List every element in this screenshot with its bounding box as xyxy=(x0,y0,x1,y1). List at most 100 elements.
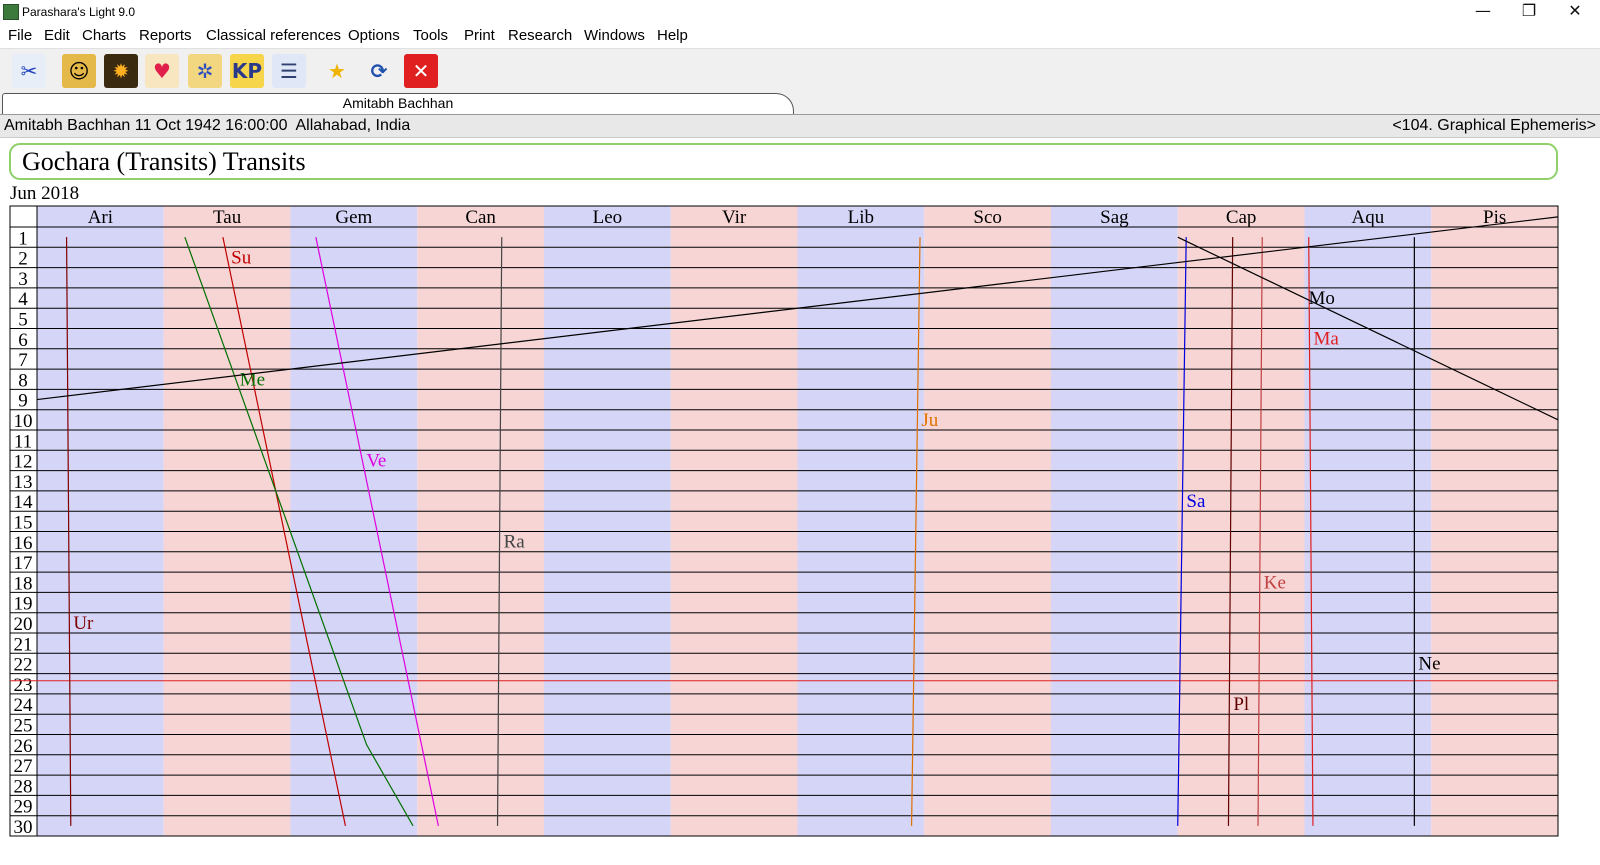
toolbar: ✂ ☺ ✹ ♥ ✲ KP ☰ ★ ⟳ ✕ xyxy=(0,48,1600,95)
sign-label-sag: Sag xyxy=(1100,207,1129,228)
close-chart-icon: ✕ xyxy=(412,59,430,83)
day-label: 19 xyxy=(14,594,33,615)
day-label: 23 xyxy=(14,675,33,696)
star-button[interactable]: ★ xyxy=(320,54,354,88)
menu-bar: File Edit Charts Reports Classical refer… xyxy=(0,24,1600,48)
tab-chart[interactable]: Amitabh Bachhan xyxy=(2,93,794,114)
minimize-button[interactable]: — xyxy=(1460,0,1506,24)
sign-band xyxy=(1177,206,1305,836)
chat-icon: ☰ xyxy=(280,59,298,83)
planet-label-sa: Sa xyxy=(1186,491,1206,512)
menu-windows[interactable]: Windows xyxy=(584,27,645,44)
window-title: Parashara's Light 9.0 xyxy=(22,5,136,19)
menu-charts[interactable]: Charts xyxy=(82,27,126,44)
sign-band xyxy=(417,206,544,836)
menu-options[interactable]: Options xyxy=(348,27,400,44)
day-label: 1 xyxy=(18,228,28,249)
menu-classical-references[interactable]: Classical references xyxy=(206,27,341,44)
sign-band xyxy=(1051,206,1178,836)
sun-icon: ✹ xyxy=(112,59,130,83)
day-label: 4 xyxy=(18,289,28,310)
sign-label-lib: Lib xyxy=(848,207,874,228)
heart-icon: ♥ xyxy=(153,59,171,83)
sign-band xyxy=(924,206,1051,836)
planet-label-ke: Ke xyxy=(1264,572,1286,593)
menu-reports[interactable]: Reports xyxy=(139,27,192,44)
planet-label-ra: Ra xyxy=(504,532,526,553)
tab-label: Amitabh Bachhan xyxy=(342,95,454,111)
sign-band xyxy=(37,206,164,836)
day-label: 5 xyxy=(18,310,28,331)
refresh-icon: ⟳ xyxy=(370,59,388,83)
sign-band xyxy=(670,206,798,836)
person-button[interactable]: ☺ xyxy=(62,54,96,88)
day-label: 25 xyxy=(14,716,33,737)
kp-icon: KP xyxy=(231,59,263,83)
info-bar: Amitabh Bachhan 11 Oct 1942 16:00:00 All… xyxy=(0,114,1600,138)
day-label: 30 xyxy=(14,817,33,838)
planet-label-ju: Ju xyxy=(921,410,938,431)
menu-help[interactable]: Help xyxy=(657,27,688,44)
day-label: 20 xyxy=(14,614,33,635)
sign-label-ari: Ari xyxy=(88,207,113,228)
day-label: 15 xyxy=(14,513,33,534)
day-label: 14 xyxy=(14,492,34,513)
native-details: Amitabh Bachhan 11 Oct 1942 16:00:00 All… xyxy=(4,117,411,134)
sign-band xyxy=(163,206,291,836)
chart-subtitle: Jun 2018 xyxy=(10,183,79,204)
day-label: 26 xyxy=(14,736,33,757)
title-bar: Parashara's Light 9.0 — ❐ ✕ xyxy=(0,0,1600,24)
day-label: 2 xyxy=(18,249,28,270)
day-label: 24 xyxy=(14,695,34,716)
planet-label-su: Su xyxy=(231,247,252,268)
close-chart-button[interactable]: ✕ xyxy=(404,54,438,88)
planet-label-ur: Ur xyxy=(73,613,94,634)
day-label: 6 xyxy=(18,330,28,351)
chart-title: Gochara (Transits) Transits xyxy=(22,147,306,176)
planet-label-pl: Pl xyxy=(1233,694,1249,715)
day-label: 11 xyxy=(14,431,32,452)
graphical-ephemeris-chart: Gochara (Transits) Transits Jun 2018 Ari Ta… xyxy=(9,143,1559,838)
sign-label-vir: Vir xyxy=(722,207,747,228)
day-label: 12 xyxy=(14,452,33,473)
refresh-button[interactable]: ⟳ xyxy=(362,54,396,88)
day-label: 29 xyxy=(14,797,33,818)
sign-label-sco: Sco xyxy=(973,207,1002,228)
chat-button[interactable]: ☰ xyxy=(272,54,306,88)
chart-name[interactable]: <104. Graphical Ephemeris> xyxy=(1392,117,1596,135)
sign-label-leo: Leo xyxy=(593,207,623,228)
app-icon xyxy=(3,4,19,20)
kp-button[interactable]: KP xyxy=(230,54,264,88)
day-label: 7 xyxy=(18,350,28,371)
menu-research[interactable]: Research xyxy=(508,27,572,44)
person-icon: ☺ xyxy=(68,59,90,83)
restore-button[interactable]: ❐ xyxy=(1506,0,1552,24)
day-label: 27 xyxy=(14,756,33,777)
menu-edit[interactable]: Edit xyxy=(44,27,70,44)
tools-icon: ✂ xyxy=(20,59,38,83)
menu-file[interactable]: File xyxy=(8,27,32,44)
tools-button[interactable]: ✂ xyxy=(12,54,46,88)
sign-label-cap: Cap xyxy=(1226,207,1257,228)
sun-button[interactable]: ✹ xyxy=(104,54,138,88)
heart-button[interactable]: ♥ xyxy=(145,54,179,88)
sign-band xyxy=(544,206,671,836)
star-icon: ★ xyxy=(328,59,346,83)
wheel-button[interactable]: ✲ xyxy=(188,54,222,88)
sign-label-aqu: Aqu xyxy=(1352,207,1385,228)
menu-tools[interactable]: Tools xyxy=(413,27,448,44)
day-label: 18 xyxy=(14,573,33,594)
menu-print[interactable]: Print xyxy=(464,27,495,44)
day-label: 22 xyxy=(14,655,33,676)
day-label: 9 xyxy=(18,391,28,412)
planet-label-ne: Ne xyxy=(1418,653,1440,674)
close-window-button[interactable]: ✕ xyxy=(1552,0,1598,24)
sign-label-gem: Gem xyxy=(335,207,372,228)
day-label: 8 xyxy=(18,370,28,391)
planet-label-ma: Ma xyxy=(1313,329,1339,350)
day-label: 28 xyxy=(14,776,33,797)
planet-label-mo: Mo xyxy=(1309,288,1335,309)
planet-label-ve: Ve xyxy=(366,450,386,471)
sign-label-can: Can xyxy=(465,207,496,228)
sign-band xyxy=(1431,206,1558,836)
